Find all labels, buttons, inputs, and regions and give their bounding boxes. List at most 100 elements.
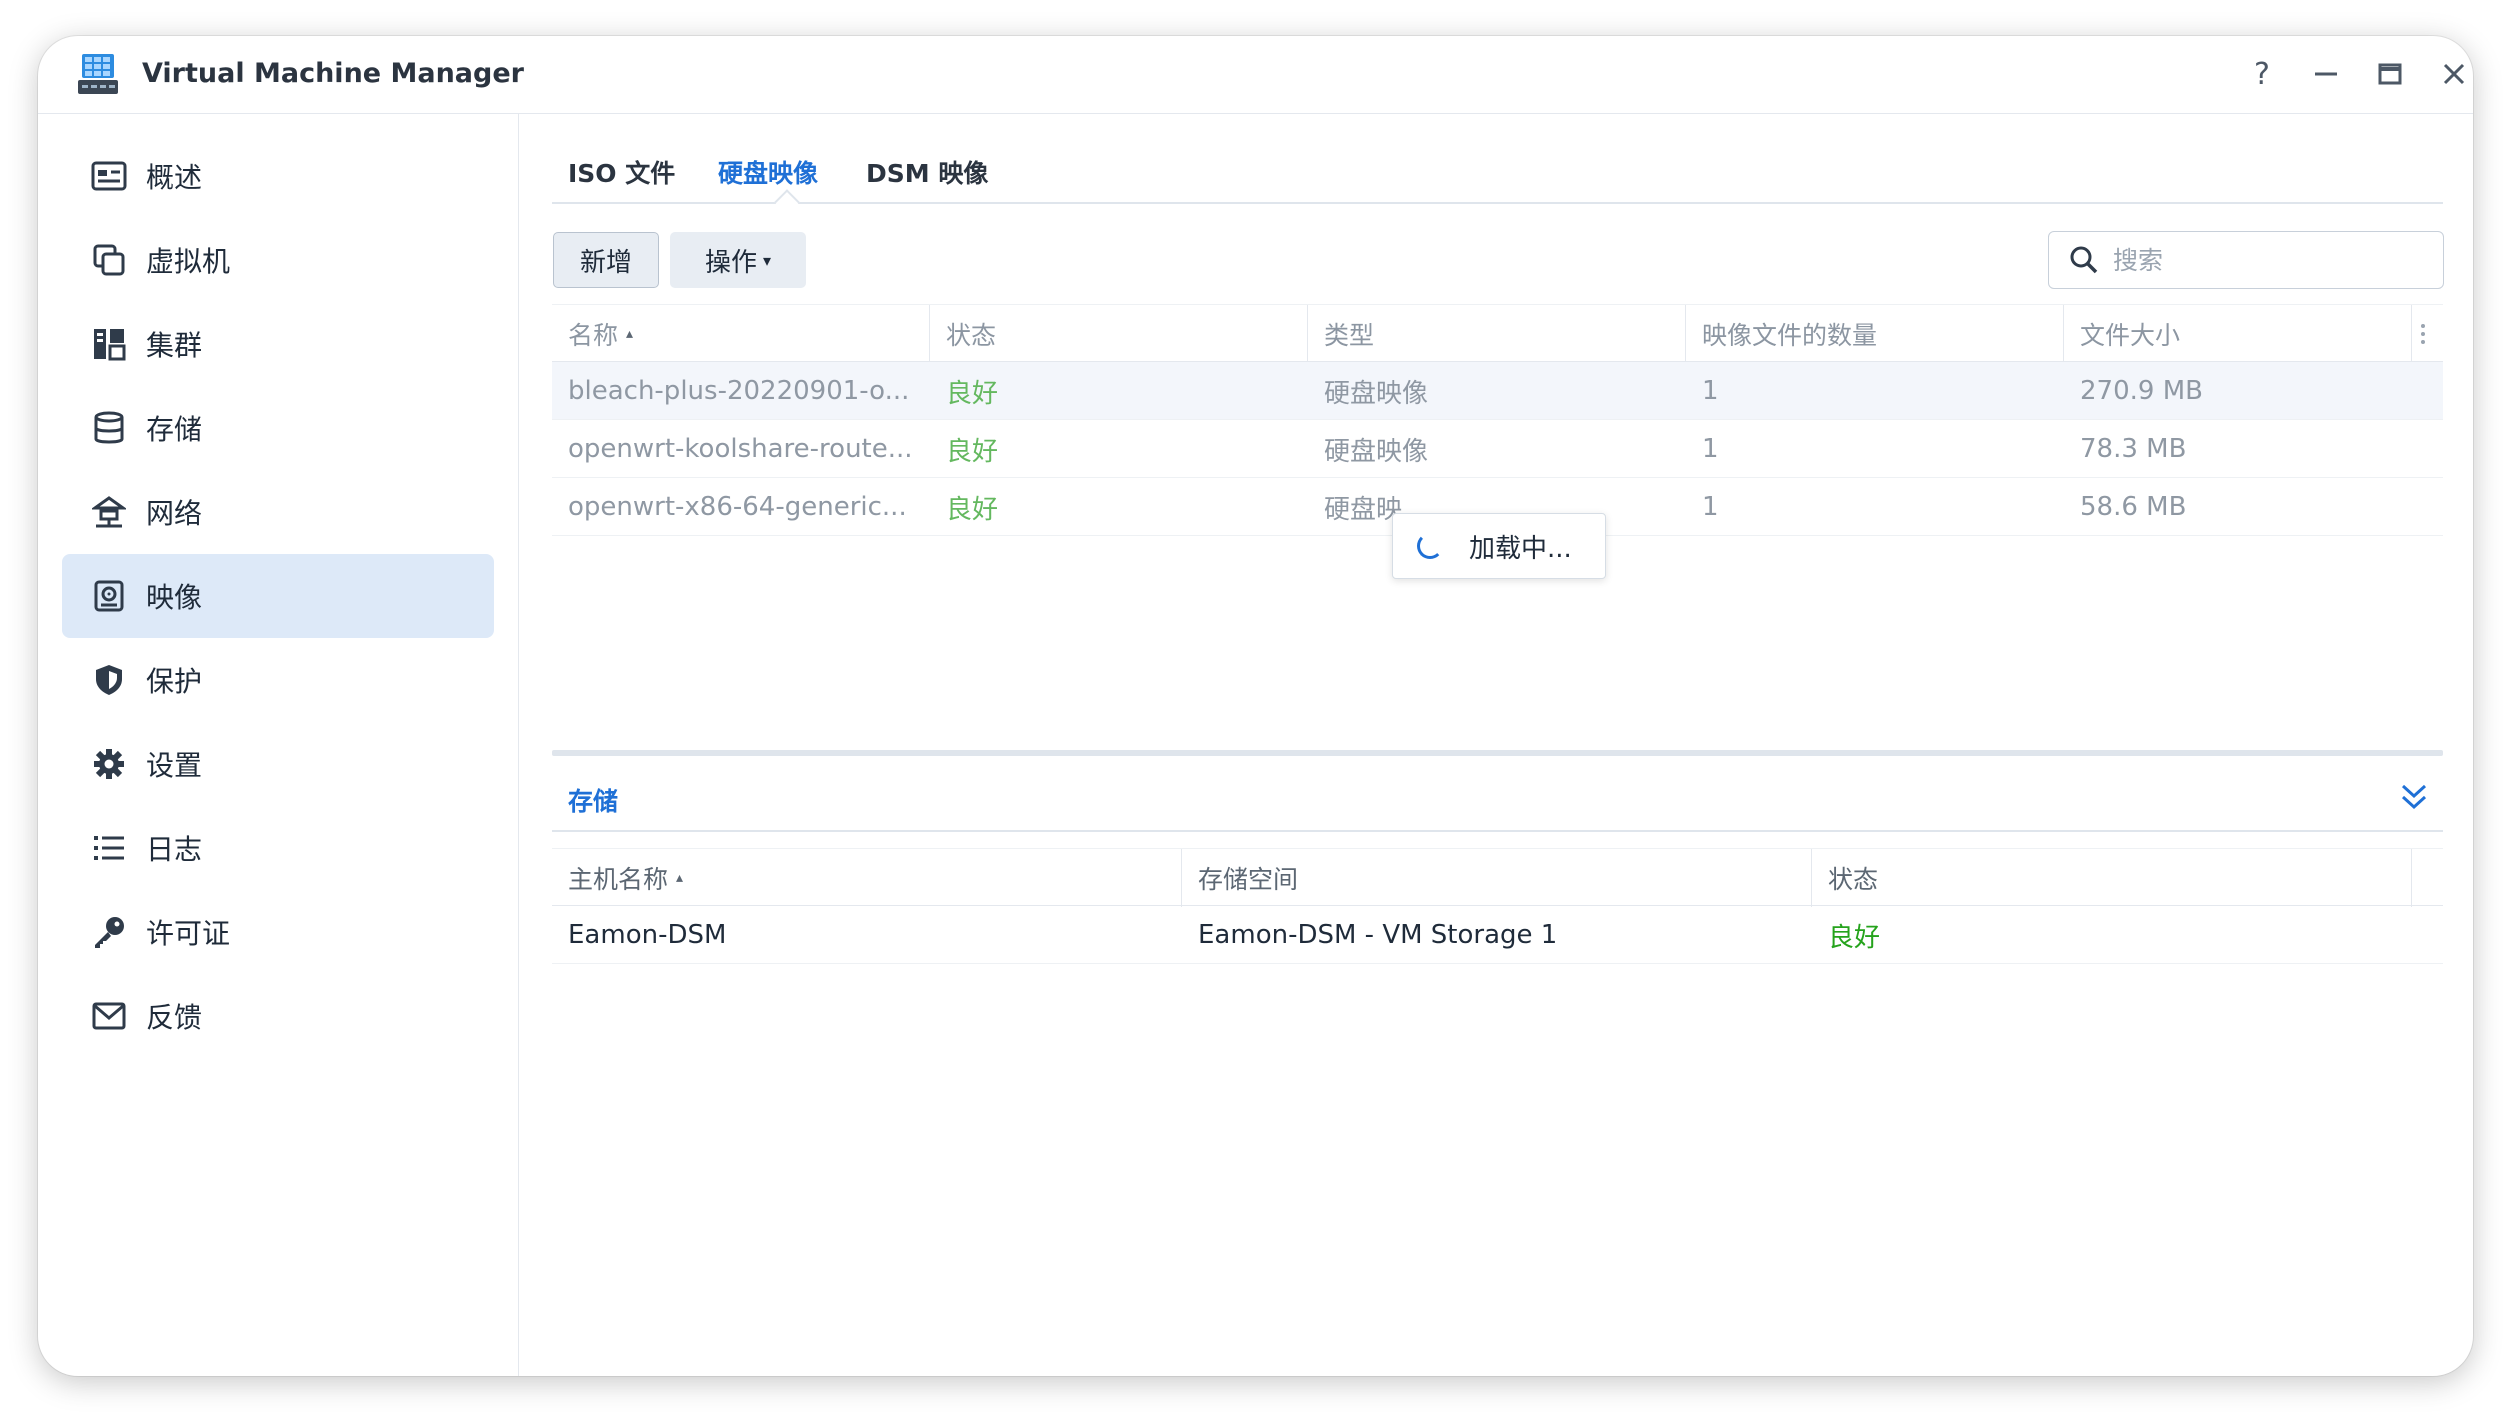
column-header-file-size[interactable]: 文件大小 — [2064, 305, 2412, 363]
vm-icon — [90, 241, 128, 279]
sidebar-item-image[interactable]: 映像 — [62, 554, 494, 638]
column-header-volume[interactable]: 存储空间 — [1182, 849, 1812, 907]
storage-table: 主机名称 ▴ 存储空间 状态 Eamon-DSM Eamon-DSM - VM S… — [552, 848, 2443, 968]
cell-count: 1 — [1702, 376, 1719, 406]
sidebar-item-label: 许可证 — [146, 917, 231, 950]
cell-status: 良好 — [946, 494, 999, 525]
cell-status: 良好 — [1828, 922, 1881, 953]
column-header-status[interactable]: 状态 — [1812, 849, 2412, 907]
image-icon — [90, 577, 128, 615]
cell-status: 良好 — [946, 436, 999, 467]
cell-size: 78.3 MB — [2080, 434, 2187, 464]
main-content: ISO 文件 硬盘映像 DSM 映像 新增 操作 ▾ 名称▴ 状态 类型 映像文… — [520, 114, 2473, 1376]
help-button[interactable]: ? — [2242, 54, 2282, 94]
table-header: 主机名称 ▴ 存储空间 状态 — [552, 848, 2443, 907]
tab-dsm-images[interactable]: DSM 映像 — [866, 154, 988, 190]
sidebar-item-vm[interactable]: 虚拟机 — [62, 218, 494, 302]
spinner-icon — [1417, 533, 1443, 559]
sidebar-item-label: 保护 — [146, 665, 203, 698]
storage-icon — [90, 409, 128, 447]
sidebar-item-storage[interactable]: 存储 — [62, 386, 494, 470]
table-row[interactable]: openwrt-koolshare-route... 良好 硬盘映像 1 78.… — [552, 420, 2443, 478]
cell-host: Eamon-DSM — [568, 920, 727, 950]
cell-name: openwrt-x86-64-generic... — [568, 492, 907, 522]
tab-disk-images[interactable]: 硬盘映像 — [718, 154, 818, 190]
collapse-chevron-icon[interactable] — [2397, 780, 2431, 814]
title-bar: Virtual Machine Manager ? — [38, 36, 2473, 114]
column-header-image-count[interactable]: 映像文件的数量 — [1686, 305, 2064, 363]
cell-name: bleach-plus-20220901-o... — [568, 376, 910, 406]
sidebar-item-protection[interactable]: 保护 — [62, 638, 494, 722]
sidebar-item-label: 日志 — [146, 833, 203, 866]
sidebar-item-license[interactable]: 许可证 — [62, 890, 494, 974]
cell-type: 硬盘映像 — [1324, 378, 1429, 409]
cell-count: 1 — [1702, 434, 1719, 464]
search-input[interactable] — [2113, 245, 2413, 275]
sidebar-item-log[interactable]: 日志 — [62, 806, 494, 890]
gear-icon — [90, 745, 128, 783]
table-row[interactable]: bleach-plus-20220901-o... 良好 硬盘映像 1 270.… — [552, 362, 2443, 420]
cell-count: 1 — [1702, 492, 1719, 522]
sidebar-item-label: 反馈 — [146, 1001, 203, 1034]
shield-icon — [90, 661, 128, 699]
column-header-host[interactable]: 主机名称 ▴ — [552, 849, 1182, 907]
sidebar-item-label: 概述 — [146, 161, 203, 194]
sort-asc-icon: ▴ — [626, 326, 634, 342]
cluster-icon — [90, 325, 128, 363]
loading-text: 加载中... — [1469, 533, 1572, 564]
actions-dropdown-button[interactable]: 操作 ▾ — [670, 232, 806, 288]
search-icon — [2070, 246, 2098, 274]
overview-icon — [90, 157, 128, 195]
key-icon — [90, 913, 128, 951]
column-menu-button[interactable] — [2412, 305, 2442, 363]
cell-size: 58.6 MB — [2080, 492, 2187, 522]
disk-images-table: 名称 ▴ 状态 类型 映像文件的数量 文件大小 bleach-plus-20220… — [552, 304, 2443, 544]
maximize-icon — [2378, 63, 2402, 85]
storage-panel-title: 存储 — [568, 787, 619, 816]
storage-panel-header: 存储 — [552, 762, 2443, 832]
column-header-status[interactable]: 状态 — [930, 305, 1308, 363]
column-header-type[interactable]: 类型 — [1308, 305, 1686, 363]
sidebar-item-cluster[interactable]: 集群 — [62, 302, 494, 386]
cell-size: 270.9 MB — [2080, 376, 2203, 406]
table-header: 名称 ▴ 状态 类型 映像文件的数量 文件大小 — [552, 304, 2443, 363]
active-tab-indicator — [774, 189, 800, 215]
close-button[interactable] — [2434, 54, 2473, 94]
sidebar-item-overview[interactable]: 概述 — [62, 134, 494, 218]
sort-asc-icon: ▴ — [676, 870, 684, 886]
cell-status: 良好 — [946, 378, 999, 409]
cell-name: openwrt-koolshare-route... — [568, 434, 913, 464]
panel-splitter[interactable] — [552, 750, 2443, 756]
window-title: Virtual Machine Manager — [142, 58, 524, 89]
sidebar-item-network[interactable]: 网络 — [62, 470, 494, 554]
minimize-icon — [2315, 72, 2337, 76]
network-icon — [90, 493, 128, 531]
add-button[interactable]: 新增 — [553, 232, 659, 288]
sidebar: 概述 虚拟机 集群 存储 网络 映像 保护 设置 日志 许可证 反馈 — [38, 114, 519, 1376]
cell-volume: Eamon-DSM - VM Storage 1 — [1198, 920, 1558, 950]
log-list-icon — [90, 829, 128, 867]
tab-iso-files[interactable]: ISO 文件 — [568, 154, 675, 190]
sidebar-item-feedback[interactable]: 反馈 — [62, 974, 494, 1058]
table-row[interactable]: Eamon-DSM Eamon-DSM - VM Storage 1 良好 — [552, 906, 2443, 964]
vmm-app-icon — [78, 54, 118, 94]
close-icon — [2443, 63, 2465, 85]
loading-popup: 加载中... — [1392, 513, 1606, 579]
sidebar-item-label: 存储 — [146, 413, 203, 446]
column-header-name[interactable]: 名称 ▴ — [552, 305, 930, 363]
chevron-down-icon: ▾ — [762, 250, 772, 270]
search-box[interactable] — [2048, 231, 2444, 289]
maximize-button[interactable] — [2370, 54, 2410, 94]
more-vertical-icon — [2421, 324, 2425, 344]
minimize-button[interactable] — [2306, 54, 2346, 94]
sidebar-item-label: 映像 — [146, 581, 203, 614]
sidebar-item-settings[interactable]: 设置 — [62, 722, 494, 806]
cell-type: 硬盘映像 — [1324, 436, 1429, 467]
tab-bar: ISO 文件 硬盘映像 DSM 映像 — [552, 144, 2443, 215]
app-window: Virtual Machine Manager ? 概述 虚拟机 集群 存储 网… — [38, 36, 2473, 1376]
sidebar-item-label: 集群 — [146, 329, 203, 362]
sidebar-item-label: 设置 — [146, 749, 203, 782]
actions-label: 操作 — [704, 247, 757, 278]
sidebar-item-label: 虚拟机 — [146, 245, 231, 278]
sidebar-item-label: 网络 — [146, 497, 203, 530]
